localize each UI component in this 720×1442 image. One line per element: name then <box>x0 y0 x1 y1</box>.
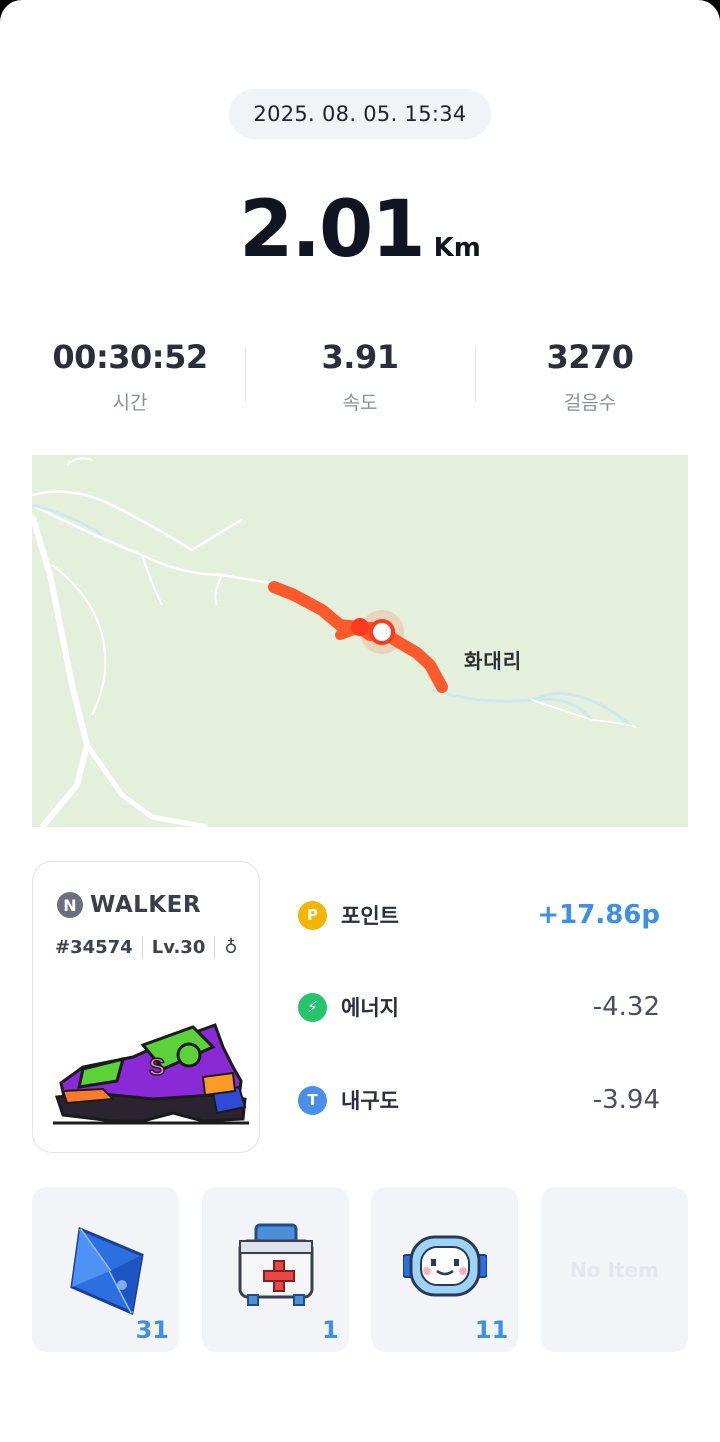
place-label: 화대리 <box>464 649 523 673</box>
stat-time: 00:30:52 시간 <box>15 338 245 428</box>
stat-time-label: 시간 <box>112 392 148 414</box>
nft-token-id: #34574 <box>55 936 133 958</box>
route-line <box>268 581 448 693</box>
item-slot-robot[interactable]: 11 <box>371 1187 519 1352</box>
stat-speed-value: 3.91 <box>321 338 399 376</box>
point-icon: P <box>298 900 327 930</box>
item-count: 31 <box>135 1316 169 1344</box>
item-count: 1 <box>321 1316 339 1344</box>
record-screen: 2025. 08. 05. 15:34 2.01 Km 00:30:52 시간 … <box>0 0 720 1442</box>
energy-icon: ⚡ <box>298 992 327 1022</box>
nft-name: WALKER <box>90 892 202 918</box>
nft-meta: #34574 Lv.30 ♁ <box>55 936 238 958</box>
map-path-minor <box>51 457 223 716</box>
distance-display: 2.01 Km <box>0 185 720 275</box>
reward-durability: T 내구도 -3.94 <box>298 1080 660 1120</box>
side-road <box>84 743 208 827</box>
main-road <box>32 514 91 827</box>
distance-unit: Km <box>433 233 481 263</box>
nft-level: Lv.30 <box>151 936 206 958</box>
svg-text:S: S <box>149 1054 165 1081</box>
gender-icon: ♁ <box>224 936 238 958</box>
divider <box>214 936 216 958</box>
nft-card[interactable]: N WALKER #34574 Lv.30 ♁ S <box>32 861 260 1153</box>
record-datetime: 2025. 08. 05. 15:34 <box>229 89 491 139</box>
stat-speed-label: 속도 <box>342 392 378 414</box>
reward-point-label: 포인트 <box>341 904 399 928</box>
stat-time-value: 00:30:52 <box>52 338 208 376</box>
walker-logo-icon: N <box>57 892 83 918</box>
stats-row: 00:30:52 시간 3.91 속도 3270 걸음수 <box>15 338 705 428</box>
blue-crystal-icon <box>70 1226 144 1316</box>
reward-point-value: +17.86p <box>537 900 660 930</box>
map-path <box>32 490 283 587</box>
item-slot-empty[interactable]: No Item <box>540 1187 688 1352</box>
stat-steps-value: 3270 <box>546 338 634 376</box>
stat-speed: 3.91 속도 <box>245 338 475 428</box>
route-map[interactable]: 화대리 <box>32 455 688 827</box>
robot-face-icon <box>403 1235 488 1297</box>
empty-slot-label: No Item <box>570 1257 659 1282</box>
item-slot-first-aid[interactable]: 1 <box>201 1187 349 1352</box>
reward-energy-label: 에너지 <box>341 996 399 1020</box>
distance-value: 2.01 <box>239 185 425 275</box>
reward-energy-value: -4.32 <box>592 992 660 1022</box>
item-slots: 31 1 11 No Item <box>32 1187 688 1352</box>
reward-durability-value: -3.94 <box>592 1085 660 1115</box>
durability-icon: T <box>298 1085 327 1115</box>
sneaker-icon: S <box>53 1023 249 1125</box>
item-count: 11 <box>474 1316 509 1344</box>
reward-point: P 포인트 +17.86p <box>298 895 660 935</box>
stat-steps-label: 걸음수 <box>563 392 617 414</box>
item-slot-crystal[interactable]: 31 <box>32 1187 179 1352</box>
reward-durability-label: 내구도 <box>341 1089 399 1113</box>
stat-steps: 3270 걸음수 <box>475 338 705 428</box>
route-start-dot <box>351 618 369 636</box>
reward-energy: ⚡ 에너지 -4.32 <box>298 987 660 1027</box>
map-canvas <box>32 457 637 827</box>
nft-brand: N WALKER <box>57 892 201 918</box>
current-location-marker <box>369 619 395 645</box>
first-aid-kit-icon <box>238 1223 314 1306</box>
divider <box>141 936 143 958</box>
